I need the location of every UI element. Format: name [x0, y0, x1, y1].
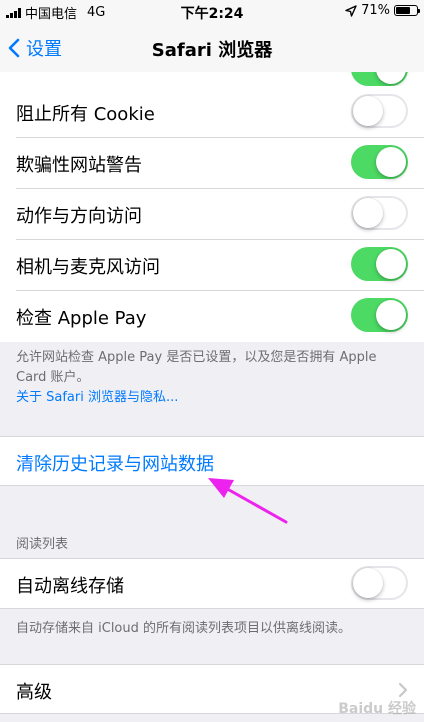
toggle-knob [353, 198, 383, 228]
annotation-arrow-icon [208, 478, 288, 524]
setting-label: 动作与方向访问 [16, 206, 142, 227]
toggle-switch[interactable] [351, 298, 408, 332]
toggle-switch-partial[interactable] [351, 72, 408, 86]
reading-list-footnote: 自动存储来自 iCloud 的所有阅读列表项目以供离线阅读。 [16, 621, 352, 636]
apple-pay-footnote: 允许网站检查 Apple Pay 是否已设置，以及您是否拥有 Apple Car… [16, 348, 408, 408]
location-icon [345, 4, 357, 17]
setting-label: 阻止所有 Cookie [16, 104, 155, 125]
toggle-knob [376, 300, 406, 330]
toggle-knob [353, 96, 383, 126]
setting-label: 检查 Apple Pay [16, 308, 147, 329]
settings-row[interactable]: 动作与方向访问 [0, 188, 424, 239]
clear-history-button[interactable]: 清除历史记录与网站数据 [16, 450, 214, 476]
page-title: Safari 浏览器 [151, 40, 273, 61]
toggle-knob [376, 249, 406, 279]
settings-row[interactable]: 阻止所有 Cookie [0, 86, 424, 137]
settings-row[interactable]: 相机与麦克风访问 [0, 239, 424, 290]
toggle-knob [376, 147, 406, 177]
toggle-knob [353, 568, 383, 598]
battery-icon [394, 5, 420, 16]
settings-group: 阻止所有 Cookie 欺骗性网站警告 动作与方向访问 相机与麦克风访问 检查 … [0, 86, 424, 342]
toggle-switch[interactable] [351, 145, 408, 179]
advanced-label: 高级 [16, 682, 52, 703]
reading-list-header: 阅读列表 [16, 537, 69, 552]
toggle-switch[interactable] [351, 94, 408, 128]
navigation-bar: 设置 Safari 浏览器 [0, 22, 424, 72]
toggle-switch[interactable] [351, 247, 408, 281]
setting-label: 相机与麦克风访问 [16, 257, 160, 278]
battery-percent: 71% [361, 3, 390, 18]
watermark: Baidu 经验 [338, 701, 416, 717]
privacy-link[interactable]: 关于 Safari 浏览器与隐私... [16, 388, 408, 408]
settings-row-partial [0, 72, 424, 86]
battery-fill [396, 7, 411, 14]
chevron-right-icon [398, 682, 408, 698]
settings-row[interactable]: 欺骗性网站警告 [0, 137, 424, 188]
toggle-knob [376, 72, 406, 84]
status-right: 71% [345, 3, 420, 18]
offline-storage-toggle[interactable] [351, 566, 408, 600]
status-bar: 中国电信 4G 下午2:24 71% [0, 0, 424, 22]
setting-label: 欺骗性网站警告 [16, 155, 142, 176]
offline-storage-cell[interactable]: 自动离线存储 [0, 558, 424, 609]
settings-row[interactable]: 检查 Apple Pay [0, 290, 424, 342]
offline-storage-label: 自动离线存储 [16, 576, 124, 597]
toggle-switch[interactable] [351, 196, 408, 230]
apple-pay-note-text: 允许网站检查 Apple Pay 是否已设置，以及您是否拥有 Apple Car… [16, 350, 377, 385]
